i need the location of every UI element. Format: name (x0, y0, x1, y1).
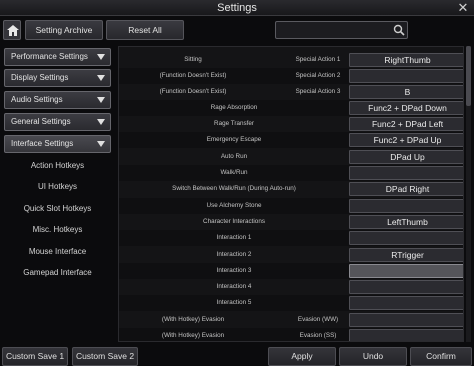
binding-key-button-selected[interactable] (349, 264, 463, 278)
reset-all-button[interactable]: Reset All (106, 20, 184, 40)
binding-row: Interaction 5 (119, 295, 463, 311)
binding-name: Interaction 4 (216, 283, 252, 290)
binding-name: (With Hotkey) Evasion (161, 332, 225, 339)
binding-key-button[interactable]: Func2 + DPad Left (349, 117, 463, 131)
binding-row: (Function Doesn't Exist) Special Action … (119, 68, 463, 84)
scrollbar-thumb[interactable] (466, 46, 471, 106)
chevron-down-icon (97, 119, 105, 125)
binding-name: Emergency Escape (206, 136, 262, 143)
binding-name: Interaction 5 (216, 299, 252, 306)
footer: Custom Save 1 Custom Save 2 Apply Undo C… (0, 347, 474, 366)
binding-name: Rage Transfer (214, 120, 254, 127)
binding-name: (With Hotkey) Evasion (161, 316, 225, 323)
bindings-list: Sitting Special Action 1 RightThumb (Fun… (118, 46, 464, 342)
binding-key-button[interactable] (349, 329, 463, 341)
binding-name: Interaction 1 (216, 234, 252, 241)
binding-row: (With Hotkey) Evasion Evasion (WW) (119, 312, 463, 328)
binding-key-button[interactable] (349, 280, 463, 294)
binding-row: Interaction 2 RTrigger (119, 247, 463, 263)
binding-key-button[interactable]: B (349, 85, 463, 99)
binding-name: (Function Doesn't Exist) (159, 72, 227, 79)
binding-name: Sitting (184, 56, 202, 63)
binding-row: Use Alchemy Stone (119, 198, 463, 214)
sidebar-item-interface-settings[interactable]: Interface Settings (4, 135, 111, 153)
binding-key-button[interactable] (349, 313, 463, 327)
toolbar: Setting Archive Reset All (0, 20, 474, 42)
search-input[interactable] (275, 21, 408, 39)
binding-name: Interaction 3 (216, 267, 252, 274)
binding-name: Use Alchemy Stone (206, 202, 262, 209)
binding-row: Interaction 1 (119, 230, 463, 246)
binding-row: Emergency Escape Func2 + DPad Up (119, 132, 463, 148)
binding-name: Rage Absorption (210, 104, 258, 111)
home-icon (7, 25, 19, 36)
sidebar-item-label: Display Settings (11, 73, 69, 82)
binding-name: Walk/Run (220, 169, 248, 176)
binding-name: Switch Between Walk/Run (During Auto-run… (172, 185, 296, 192)
chevron-down-icon (97, 97, 105, 103)
sidebar-subitem-quick-slot-hotkeys[interactable]: Quick Slot Hotkeys (4, 200, 111, 218)
search-icon[interactable] (393, 24, 405, 36)
sidebar-item-label: Audio Settings (11, 95, 63, 104)
binding-row: Sitting Special Action 1 RightThumb (119, 52, 463, 68)
binding-key-button[interactable] (349, 199, 463, 213)
binding-name: Character Interactions (203, 218, 265, 225)
sidebar-subitem-action-hotkeys[interactable]: Action Hotkeys (4, 157, 111, 175)
binding-key-button[interactable] (349, 231, 463, 245)
custom-save-2-button[interactable]: Custom Save 2 (72, 347, 138, 366)
scrollbar[interactable] (466, 46, 471, 342)
sidebar: Performance Settings Display Settings Au… (4, 46, 112, 344)
setting-archive-button[interactable]: Setting Archive (25, 20, 103, 40)
binding-row: (With Hotkey) Evasion Evasion (SS) (119, 328, 463, 341)
binding-row: Rage Transfer Func2 + DPad Left (119, 116, 463, 132)
binding-name: (Function Doesn't Exist) (159, 88, 227, 95)
binding-name: Auto Run (220, 153, 248, 160)
binding-key-button[interactable]: LeftThumb (349, 215, 463, 229)
binding-row: Character Interactions LeftThumb (119, 214, 463, 230)
window-title: Settings (217, 2, 257, 14)
sidebar-item-label: Performance Settings (11, 52, 88, 61)
apply-button[interactable]: Apply (268, 347, 336, 366)
sidebar-item-performance-settings[interactable]: Performance Settings (4, 48, 111, 66)
binding-row: Walk/Run (119, 165, 463, 181)
binding-row: Interaction 4 (119, 279, 463, 295)
binding-key-button[interactable]: Func2 + DPad Up (349, 133, 463, 147)
close-icon[interactable]: ✕ (456, 0, 470, 16)
chevron-down-icon (97, 54, 105, 60)
binding-row: Auto Run DPad Up (119, 149, 463, 165)
sidebar-subitem-gamepad-interface[interactable]: Gamepad Interface (4, 264, 111, 282)
chevron-down-icon (97, 75, 105, 81)
title-bar: Settings ✕ (0, 0, 474, 16)
home-button[interactable] (3, 20, 21, 40)
sidebar-item-general-settings[interactable]: General Settings (4, 113, 111, 131)
binding-key-button[interactable] (349, 166, 463, 180)
undo-button[interactable]: Undo (339, 347, 407, 366)
binding-row: Switch Between Walk/Run (During Auto-run… (119, 181, 463, 197)
binding-key-button[interactable]: Func2 + DPad Down (349, 101, 463, 115)
binding-key-button[interactable] (349, 296, 463, 310)
sidebar-item-label: Interface Settings (11, 139, 74, 148)
binding-row: Rage Absorption Func2 + DPad Down (119, 100, 463, 116)
binding-name: Interaction 2 (216, 251, 252, 258)
confirm-button[interactable]: Confirm (410, 347, 472, 366)
sidebar-item-label: General Settings (11, 117, 71, 126)
binding-key-button[interactable]: DPad Right (349, 182, 463, 196)
sidebar-item-display-settings[interactable]: Display Settings (4, 69, 111, 87)
binding-key-button[interactable]: DPad Up (349, 150, 463, 164)
binding-key-button[interactable]: RTrigger (349, 248, 463, 262)
sidebar-subitem-mouse-interface[interactable]: Mouse Interface (4, 243, 111, 261)
sidebar-item-audio-settings[interactable]: Audio Settings (4, 91, 111, 109)
binding-row: Interaction 3 (119, 263, 463, 279)
binding-key-button[interactable] (349, 69, 463, 83)
binding-row: (Function Doesn't Exist) Special Action … (119, 84, 463, 100)
binding-key-button[interactable]: RightThumb (349, 53, 463, 67)
custom-save-1-button[interactable]: Custom Save 1 (2, 347, 68, 366)
sidebar-subitem-misc-hotkeys[interactable]: Misc. Hotkeys (4, 221, 111, 239)
chevron-down-icon (97, 141, 105, 147)
sidebar-subitem-ui-hotkeys[interactable]: UI Hotkeys (4, 178, 111, 196)
